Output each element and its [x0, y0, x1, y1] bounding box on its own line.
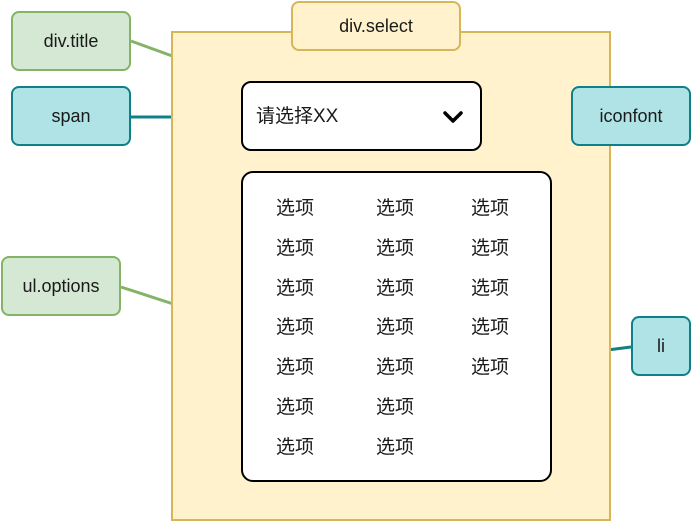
option-item[interactable]: 选项	[471, 277, 509, 301]
ul-options-box: 选项 选项 选项 选项 选项 选项 选项 选项 选项 选项 选项 选项 选项 选…	[241, 171, 552, 482]
option-item[interactable]: 选项	[471, 237, 509, 261]
option-item[interactable]: 选项	[276, 436, 314, 460]
span-callout: span	[11, 86, 131, 146]
option-item[interactable]: 选项	[471, 197, 509, 221]
option-item[interactable]: 选项	[276, 316, 314, 340]
div-select-label: div.select	[291, 1, 461, 51]
select-placeholder-text: 请选择XX	[256, 106, 339, 127]
iconfont-callout: iconfont	[571, 86, 691, 146]
option-item[interactable]: 选项	[276, 237, 314, 261]
option-item[interactable]: 选项	[471, 316, 509, 340]
option-item[interactable]: 选项	[376, 237, 414, 261]
option-item[interactable]: 选项	[376, 396, 414, 420]
option-item[interactable]: 选项	[471, 356, 509, 380]
option-item[interactable]: 选项	[276, 396, 314, 420]
option-item[interactable]: 选项	[376, 356, 414, 380]
div-title-box[interactable]: 请选择XX	[241, 81, 482, 151]
ul-options-callout: ul.options	[1, 256, 121, 316]
li-callout: li	[631, 316, 691, 376]
chevron-down-icon[interactable]	[442, 110, 464, 124]
option-item[interactable]: 选项	[376, 436, 414, 460]
option-item[interactable]: 选项	[276, 277, 314, 301]
option-item[interactable]: 选项	[376, 277, 414, 301]
option-item[interactable]: 选项	[376, 197, 414, 221]
option-item[interactable]: 选项	[376, 316, 414, 340]
option-item[interactable]: 选项	[276, 197, 314, 221]
div-title-callout: div.title	[11, 11, 131, 71]
option-item[interactable]: 选项	[276, 356, 314, 380]
